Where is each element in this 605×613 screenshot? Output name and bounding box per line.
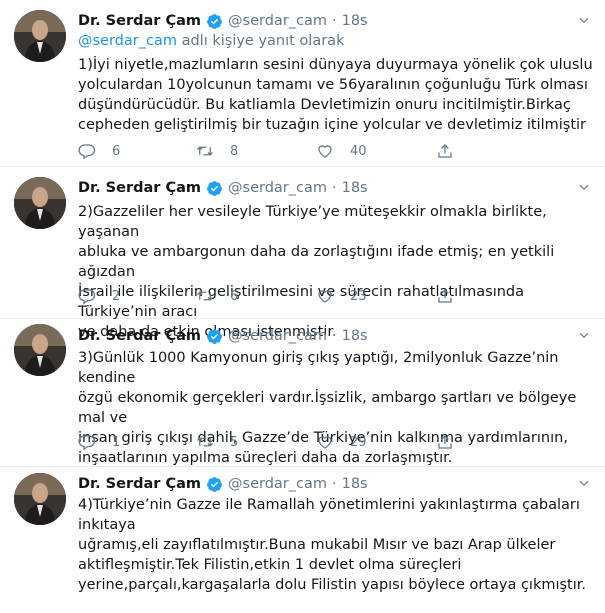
like-count: 40	[350, 143, 367, 159]
tweet-actions: 6 8 40	[78, 141, 558, 161]
share-button[interactable]	[436, 432, 470, 452]
replying-to-text: adlı kişiye yanıt olarak	[176, 33, 345, 49]
verified-badge-icon	[207, 13, 222, 29]
heart-icon	[318, 436, 332, 449]
chevron-down-icon[interactable]	[577, 14, 591, 28]
replying-to-mention[interactable]: @serdar_cam	[78, 33, 177, 49]
author-name[interactable]: Dr. Serdar Çam	[78, 328, 201, 344]
heart-icon	[318, 145, 332, 158]
chevron-down-icon[interactable]	[577, 181, 591, 195]
reply-icon	[78, 144, 96, 160]
share-button[interactable]	[436, 286, 470, 306]
retweet-count: 8	[230, 143, 239, 159]
author-name[interactable]: Dr. Serdar Çam	[78, 180, 201, 196]
tweet-text: 4)Türkiye’nin Gazze ile Ramallah yönetim…	[78, 497, 587, 593]
retweet-button[interactable]: 6	[196, 286, 238, 306]
tweet[interactable]: Dr. Serdar Çam @serdar_cam · 18s @serdar…	[0, 0, 605, 167]
verified-badge-icon	[207, 476, 222, 492]
author-handle[interactable]: @serdar_cam	[228, 180, 327, 196]
avatar[interactable]	[14, 177, 66, 229]
tweet-actions: 2 6 23	[78, 286, 558, 306]
timestamp[interactable]: 18s	[342, 13, 368, 29]
separator-dot: ·	[331, 328, 337, 344]
avatar[interactable]	[14, 10, 66, 62]
reply-button[interactable]: 2	[78, 286, 120, 306]
author-handle[interactable]: @serdar_cam	[228, 476, 327, 492]
like-button[interactable]: 29	[316, 432, 367, 452]
share-icon	[438, 435, 452, 449]
retweet-count: 6	[230, 288, 239, 304]
separator-dot: ·	[331, 476, 337, 492]
chevron-down-icon[interactable]	[577, 329, 591, 343]
retweet-icon	[197, 291, 213, 301]
chevron-down-icon[interactable]	[577, 477, 591, 491]
timestamp[interactable]: 18s	[342, 180, 368, 196]
author-name[interactable]: Dr. Serdar Çam	[78, 476, 201, 492]
verified-badge-icon	[207, 328, 222, 344]
reply-count: 1	[112, 434, 121, 450]
author-handle[interactable]: @serdar_cam	[228, 13, 327, 29]
like-count: 23	[350, 288, 367, 304]
reply-icon	[78, 289, 96, 305]
like-count: 29	[350, 434, 367, 450]
like-button[interactable]: 23	[316, 286, 367, 306]
reply-icon	[78, 435, 96, 451]
heart-icon	[318, 290, 332, 303]
reply-count: 2	[112, 288, 121, 304]
retweet-icon	[197, 146, 213, 156]
retweet-button[interactable]: 5	[196, 432, 238, 452]
author-handle[interactable]: @serdar_cam	[228, 328, 327, 344]
timestamp[interactable]: 18s	[342, 476, 368, 492]
tweet-text: 1)İyi niyetle,mazlumların sesini dünyaya…	[78, 57, 593, 133]
retweet-button[interactable]: 8	[196, 141, 238, 161]
separator-dot: ·	[331, 13, 337, 29]
tweet[interactable]: Dr. Serdar Çam @serdar_cam · 18s 4)Türki…	[0, 467, 605, 613]
tweet[interactable]: Dr. Serdar Çam @serdar_cam · 18s 3)Günlü…	[0, 319, 605, 467]
avatar[interactable]	[14, 324, 66, 376]
reply-button[interactable]: 6	[78, 141, 120, 161]
replying-to: @serdar_cam adlı kişiye yanıt olarak	[78, 33, 344, 49]
reply-button[interactable]: 1	[78, 432, 120, 452]
tweet[interactable]: Dr. Serdar Çam @serdar_cam · 18s 2)Gazze…	[0, 167, 605, 340]
retweet-icon	[197, 437, 213, 447]
share-button[interactable]	[436, 141, 470, 161]
tweet-actions: 1 5 29	[78, 432, 558, 452]
verified-badge-icon	[207, 180, 222, 196]
retweet-count: 5	[230, 434, 239, 450]
avatar[interactable]	[14, 473, 66, 525]
reply-count: 6	[112, 143, 121, 159]
separator-dot: ·	[331, 180, 337, 196]
share-icon	[438, 144, 452, 158]
share-icon	[438, 289, 452, 303]
like-button[interactable]: 40	[316, 141, 367, 161]
author-name[interactable]: Dr. Serdar Çam	[78, 13, 201, 29]
timestamp[interactable]: 18s	[342, 328, 368, 344]
